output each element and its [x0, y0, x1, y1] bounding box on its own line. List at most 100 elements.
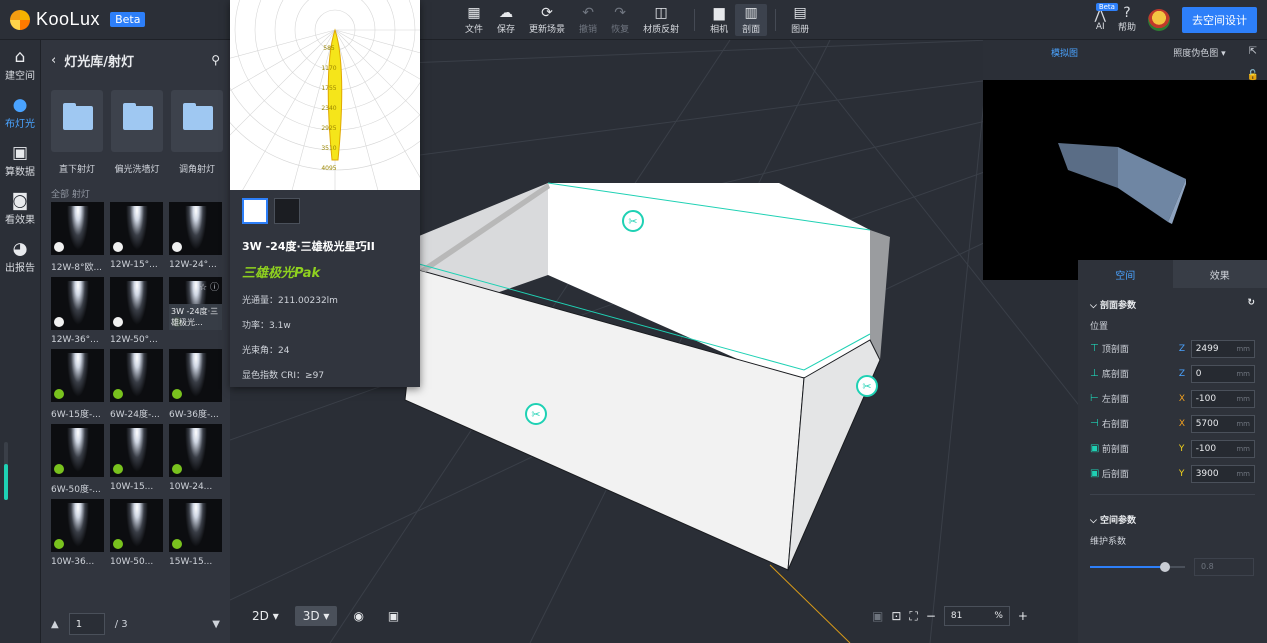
tag-icon — [54, 317, 64, 327]
polar-view-thumb[interactable] — [242, 198, 268, 224]
light-item[interactable]: 12W-24°... — [169, 202, 222, 273]
maintenance-slider[interactable]: 0.8 — [1090, 557, 1255, 577]
ai-beta-badge: Beta — [1095, 2, 1118, 11]
tab-false-color[interactable]: 照度伪色图 ▾ — [1132, 46, 1267, 59]
report-icon: ◕ — [12, 239, 28, 259]
redo-icon: ↷ — [614, 4, 626, 21]
section-value-input[interactable]: 3900 mm — [1190, 464, 1255, 483]
back-icon[interactable]: ‹ — [51, 53, 56, 68]
section-params-header[interactable]: ⌵ 剖面参数 ↻ — [1078, 288, 1267, 315]
zoom-input[interactable]: 81% — [943, 606, 1010, 626]
section-value-input[interactable]: 5700 mm — [1190, 414, 1255, 433]
light-thumbnail — [110, 202, 163, 255]
redo-button[interactable]: ↷ 恢复 — [604, 4, 636, 36]
unlock-icon[interactable]: 🔓 — [1247, 70, 1259, 81]
section-value-input[interactable]: -100 mm — [1190, 389, 1255, 408]
section-label: 底剖面 — [1101, 370, 1129, 380]
light-item[interactable]: 6W-50度-... — [51, 424, 104, 495]
light-thumbnail — [51, 277, 104, 330]
pdf-icon[interactable]: ▣ — [872, 609, 883, 623]
light-item[interactable]: 12W-50°... — [110, 277, 163, 345]
file-button[interactable]: ▦ 文件 — [458, 4, 490, 36]
reset-icon[interactable]: ↻ — [1247, 298, 1255, 311]
light-item[interactable]: 10W-50... — [110, 499, 163, 567]
go-space-design-button[interactable]: 去空间设计 — [1182, 6, 1257, 33]
polar-tick-label: 2340 — [321, 105, 336, 112]
app-name: KooLux — [36, 9, 101, 29]
tab-simulation[interactable]: 模拟图 — [997, 46, 1132, 59]
section-value-input[interactable]: -100 mm — [1190, 439, 1255, 458]
light-thumbnail — [110, 424, 163, 477]
section-label: 全部 射灯 — [51, 190, 90, 200]
light-item[interactable]: 12W-36°... — [51, 277, 104, 345]
light-item[interactable]: ☆ ⓘ 3W -24度·三雄极光... — [169, 277, 222, 345]
light-item[interactable]: 10W-36... — [51, 499, 104, 567]
save-button[interactable]: ☁ 保存 — [490, 4, 522, 36]
light-thumbnail — [51, 349, 104, 402]
light-thumbnail — [110, 277, 163, 330]
popout-icon[interactable]: ⇱ — [1249, 46, 1257, 57]
search-icon[interactable]: ⚲ — [211, 53, 220, 67]
nav-place-lights[interactable]: ● 布灯光 — [0, 96, 40, 136]
tab-effect[interactable]: 效果 — [1172, 260, 1267, 288]
prev-page-icon[interactable]: ▲ — [51, 619, 59, 630]
view-3d-button[interactable]: 3D ▾ — [294, 606, 338, 626]
help-button[interactable]: ? 帮助 — [1118, 6, 1136, 33]
album-button[interactable]: ▤ 图册 — [784, 4, 816, 36]
folder-item[interactable]: 偏光洗墙灯 — [111, 90, 163, 175]
maintenance-label: 维护系数 — [1090, 537, 1127, 547]
tag-icon — [113, 464, 123, 474]
camera-button[interactable]: ▆ 相机 — [703, 4, 735, 36]
tag-icon — [172, 539, 182, 549]
ai-button[interactable]: ⋀ AI Beta — [1095, 2, 1118, 32]
light-thumbnail — [169, 424, 222, 477]
light-item[interactable]: 12W-15°... — [110, 202, 163, 273]
page-input[interactable]: 1 — [68, 613, 105, 635]
maintenance-value[interactable]: 0.8 — [1194, 558, 1254, 576]
nav-view-effect[interactable]: ◙ 看效果 — [0, 192, 40, 232]
fit-view-icon[interactable]: ⛶ — [909, 609, 917, 624]
pager: ▲ 1 / 3 ▼ — [41, 605, 230, 643]
section-icon: ▥ — [744, 4, 758, 21]
section-button[interactable]: ▥ 剖面 — [735, 4, 768, 36]
next-page-icon[interactable]: ▼ — [212, 619, 220, 630]
nav-build-space[interactable]: ⌂ 建空间 — [0, 48, 40, 88]
axis-label: Y — [1178, 443, 1185, 454]
light-item[interactable]: 15W-15... — [169, 499, 222, 567]
light-item[interactable]: 10W-15... — [110, 424, 163, 495]
folder-item[interactable]: 调角射灯 — [171, 90, 223, 175]
eye-icon[interactable]: ◉ — [345, 606, 371, 626]
section-row: ⊢ 左剖面 X -100 mm — [1078, 386, 1267, 411]
beam-photo-thumb[interactable] — [274, 198, 300, 224]
view-2d-button[interactable]: 2D ▾ — [244, 606, 287, 626]
user-avatar[interactable] — [1148, 8, 1170, 31]
vertical-slider[interactable] — [4, 442, 8, 500]
tab-space[interactable]: 空间 — [1078, 260, 1173, 288]
section-value-input[interactable]: 2499 mm — [1190, 339, 1255, 358]
nav-report[interactable]: ◕ 出报告 — [0, 240, 40, 280]
library-title: 灯光库/射灯 — [64, 54, 134, 70]
light-item[interactable]: 6W-36度-... — [169, 349, 222, 420]
light-item[interactable]: 6W-15度-... — [51, 349, 104, 420]
folder-item[interactable]: 直下射灯 — [51, 90, 103, 175]
light-item[interactable]: 6W-24度-... — [110, 349, 163, 420]
section-value-input[interactable]: 0 mm — [1190, 364, 1255, 383]
undo-button[interactable]: ↶ 撤销 — [572, 4, 604, 36]
slider-knob[interactable] — [1160, 562, 1170, 572]
light-item[interactable]: 10W-24... — [169, 424, 222, 495]
material-reflection-button[interactable]: ◫ 材质反射 — [636, 4, 686, 36]
cube-icon[interactable]: ▣ — [380, 606, 407, 626]
app-logo[interactable]: KooLux Beta — [10, 9, 146, 30]
favorite-info-icons[interactable]: ☆ ⓘ — [199, 280, 219, 293]
zoom-in-button[interactable]: + — [1018, 609, 1028, 623]
light-item-label: 6W-36度-... — [169, 410, 219, 420]
axis-label: X — [1178, 393, 1186, 404]
update-scene-button[interactable]: ⟳ 更新场景 — [522, 4, 572, 36]
zoom-out-button[interactable]: − — [926, 609, 936, 623]
tag-icon — [113, 317, 123, 327]
toolbar-divider — [775, 9, 777, 31]
zoom-area-icon[interactable]: ⊡ — [891, 609, 901, 623]
light-item[interactable]: 12W-8°欧... — [51, 202, 104, 273]
space-params-header[interactable]: ⌵ 空间参数 — [1078, 503, 1267, 530]
nav-calc-data[interactable]: ▣ 算数据 — [0, 144, 40, 184]
